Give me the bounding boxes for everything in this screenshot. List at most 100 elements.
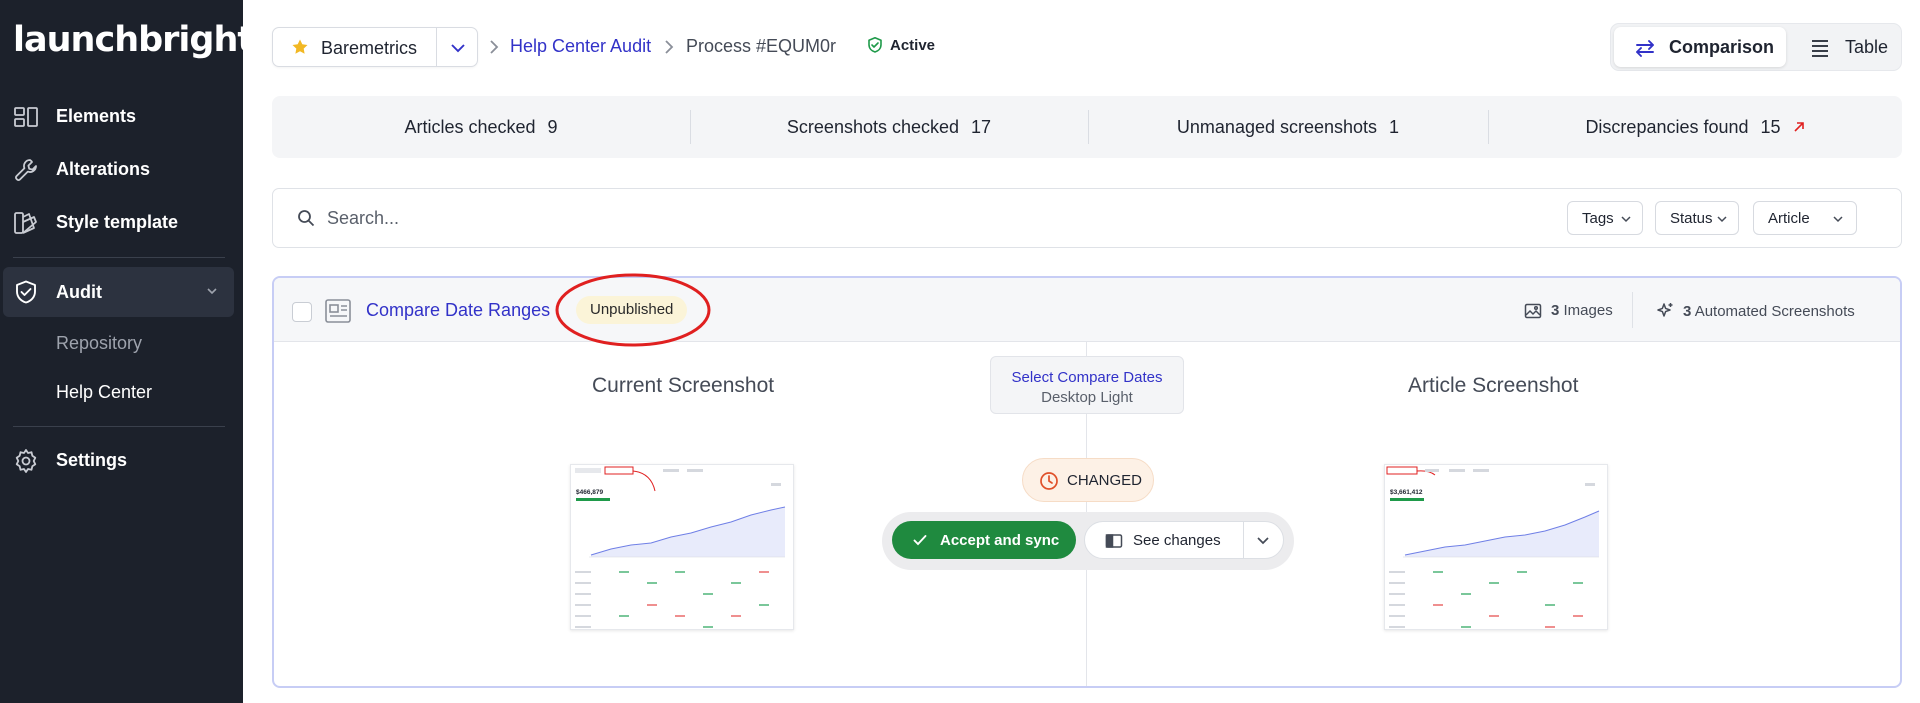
style-template-icon: [13, 210, 39, 236]
current-value-text: $466,879: [576, 489, 603, 496]
stat-value: 17: [971, 116, 992, 137]
sidebar-divider: [13, 257, 225, 258]
stat-value: 15: [1760, 116, 1781, 137]
comparison-label: Comparison: [1669, 36, 1775, 57]
search-icon: [297, 209, 315, 227]
sidebar-item-style-template[interactable]: Style template: [0, 198, 243, 246]
image-icon: [1524, 303, 1542, 319]
images-count-label: Images: [1563, 302, 1613, 319]
sidebar: launchbrightly Elements Alterations Styl…: [0, 0, 287, 703]
shield-check-icon: [13, 279, 39, 305]
accept-and-sync-button[interactable]: Accept and sync: [892, 521, 1076, 559]
status-filter-dropdown[interactable]: Status: [1655, 201, 1739, 235]
sparkle-icon: [1656, 302, 1674, 320]
article-value-text: $3,661,412: [1390, 489, 1423, 496]
view-toggle: Comparison Table: [1610, 23, 1902, 71]
context-name-link[interactable]: Select Compare Dates: [991, 369, 1183, 386]
split-view-icon: [1105, 533, 1123, 549]
sidebar-item-label: Elements: [56, 105, 137, 126]
sidebar-item-elements[interactable]: Elements: [0, 92, 243, 140]
filter-bar: Tags Status Article: [272, 188, 1902, 248]
comparison-view-button[interactable]: Comparison: [1614, 27, 1786, 67]
sidebar-item-label: Settings: [56, 449, 128, 470]
logo[interactable]: launchbrightly: [13, 18, 287, 62]
shield-check-icon: [866, 36, 884, 54]
tags-filter-label: Tags: [1582, 210, 1614, 227]
sidebar-item-label: Alterations: [56, 158, 151, 179]
sidebar-item-alterations[interactable]: Alterations: [0, 145, 243, 193]
divider: [436, 28, 437, 66]
breadcrumb-audit[interactable]: Help Center Audit: [510, 36, 651, 57]
elements-icon: [13, 104, 39, 130]
article-screenshot-thumbnail[interactable]: $3,661,412: [1384, 464, 1608, 630]
article-filter-label: Article: [1768, 210, 1810, 227]
chevron-down-icon: [205, 284, 219, 298]
chevron-down-icon[interactable]: [449, 40, 467, 56]
article-card-header: Compare Date Ranges Unpublished 3 Images…: [274, 273, 1900, 347]
sidebar-item-label: Audit: [56, 281, 102, 302]
tags-filter-dropdown[interactable]: Tags: [1567, 201, 1643, 235]
swap-arrows-icon: [1634, 37, 1656, 59]
stat-label: Discrepancies found: [1585, 116, 1749, 137]
stat-value: 9: [547, 116, 558, 137]
wrench-icon: [13, 157, 39, 183]
external-arrow-icon: [1793, 121, 1805, 133]
action-group: Accept and sync See changes: [882, 512, 1294, 570]
article-filter-dropdown[interactable]: Article: [1753, 201, 1857, 235]
changed-status-pill: CHANGED: [1022, 458, 1154, 502]
images-count: 3 Images: [1524, 302, 1613, 319]
sidebar-divider: [13, 426, 225, 427]
sidebar-subitem-help-center[interactable]: Help Center: [56, 382, 152, 403]
sidebar-item-audit[interactable]: Audit: [3, 267, 234, 317]
clock-icon: [1039, 471, 1059, 491]
chevron-down-icon: [1716, 213, 1728, 225]
article-screenshot-title: Article Screenshot: [1408, 374, 1579, 397]
stat-label: Screenshots checked: [786, 116, 960, 137]
current-screenshot-thumbnail[interactable]: $466,879: [570, 464, 794, 630]
status-filter-label: Status: [1670, 210, 1713, 227]
stat-articles-checked: Articles checked 9: [272, 96, 690, 158]
context-theme: Desktop Light: [1041, 389, 1133, 406]
chevron-down-icon: [1832, 213, 1844, 225]
see-changes-button[interactable]: See changes: [1084, 521, 1284, 559]
article-doc-icon: [324, 298, 352, 324]
table-view-button[interactable]: Table: [1791, 27, 1901, 67]
stat-label: Articles checked: [404, 116, 536, 137]
workspace-name: Baremetrics: [321, 38, 418, 58]
stats-bar: Articles checked 9 Screenshots checked 1…: [272, 96, 1902, 158]
table-label: Table: [1845, 36, 1889, 57]
select-checkbox[interactable]: [292, 302, 312, 322]
stat-unmanaged-screenshots: Unmanaged screenshots 1: [1088, 96, 1488, 158]
status-badge: Active: [866, 36, 935, 54]
stat-discrepancies-found[interactable]: Discrepancies found 15: [1488, 96, 1902, 158]
stat-value: 1: [1389, 116, 1400, 137]
sidebar-subitem-repository[interactable]: Repository: [56, 333, 142, 354]
stat-label: Unmanaged screenshots: [1176, 116, 1378, 137]
gear-icon: [13, 448, 39, 474]
article-card: Compare Date Ranges Unpublished 3 Images…: [272, 273, 1902, 688]
workspace-selector[interactable]: Baremetrics: [272, 27, 478, 67]
search-input[interactable]: [327, 204, 1227, 232]
chevron-right-icon: [662, 38, 676, 56]
check-icon: [912, 532, 928, 548]
automated-count-value: 3: [1683, 302, 1692, 320]
current-screenshot-title: Current Screenshot: [592, 374, 775, 397]
list-icon: [1809, 37, 1831, 59]
sidebar-item-settings[interactable]: Settings: [0, 436, 243, 484]
divider: [1632, 292, 1633, 328]
chevron-down-icon[interactable]: [1255, 534, 1271, 548]
star-icon: [291, 38, 309, 56]
article-title-link[interactable]: Compare Date Ranges: [366, 300, 550, 321]
automated-count-label: Automated Screenshots: [1694, 302, 1855, 320]
stat-screenshots-checked: Screenshots checked 17: [690, 96, 1088, 158]
status-text: Active: [890, 36, 936, 54]
changed-label: CHANGED: [1067, 472, 1143, 489]
divider: [1243, 522, 1244, 558]
chevron-down-icon: [1620, 213, 1632, 225]
accept-label: Accept and sync: [940, 532, 1060, 549]
see-changes-label: See changes: [1133, 532, 1221, 549]
automated-screenshots-count: 3 Automated Screenshots: [1656, 302, 1855, 320]
annotation-ring: [555, 273, 711, 347]
sidebar-item-label: Style template: [56, 211, 179, 232]
chevron-right-icon: [487, 38, 501, 56]
